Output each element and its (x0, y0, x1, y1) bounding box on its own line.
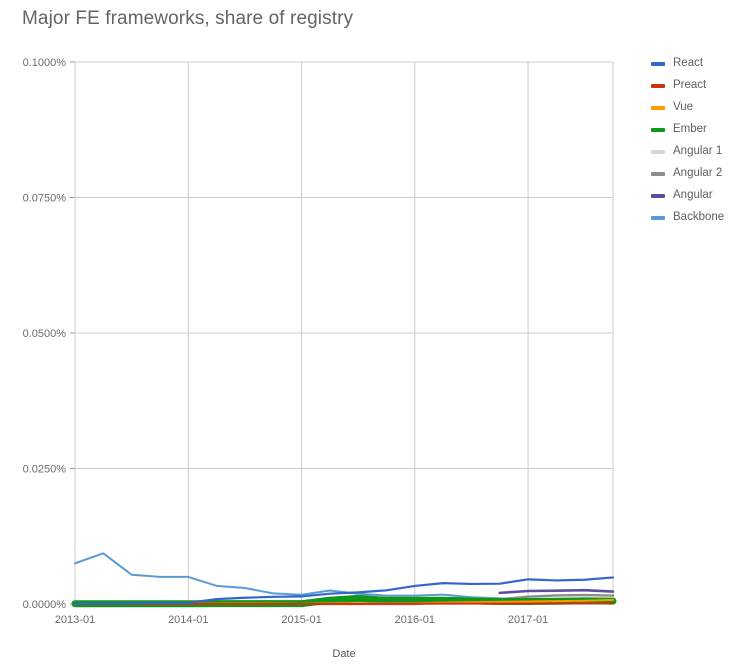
chart-container: Major FE frameworks, share of registry 0… (0, 0, 741, 670)
legend-item-ember[interactable]: Ember (651, 119, 739, 141)
y-axis-tick-label: 0.1000% (23, 57, 67, 69)
legend-swatch-icon (651, 106, 665, 110)
legend-swatch-icon (651, 84, 665, 88)
legend-swatch-icon (651, 150, 665, 154)
y-axis-tick-label: 0.0500% (23, 328, 67, 340)
x-axis-title: Date (332, 648, 355, 660)
legend-item-label: Angular 2 (673, 167, 723, 180)
x-axis-tick-label: 2014-01 (168, 614, 208, 626)
legend-item-angular[interactable]: Angular (651, 185, 739, 207)
legend-item-label: Ember (673, 123, 707, 136)
legend-swatch-icon (651, 172, 665, 176)
y-axis-tick-label: 0.0250% (23, 464, 67, 476)
x-axis-tick-label: 2013-01 (55, 614, 95, 626)
chart-legend: React Preact Vue Ember Angular 1 Angular 2 Ang… (651, 53, 739, 229)
y-axis-tick-label: 0.0000% (23, 599, 67, 611)
legend-item-label: Angular (673, 189, 713, 202)
legend-item-preact[interactable]: Preact (651, 75, 739, 97)
legend-item-label: Vue (673, 101, 694, 114)
legend-item-label: Preact (673, 79, 707, 92)
x-axis-tick-label: 2015-01 (281, 614, 321, 626)
x-axis-tick-label: 2017-01 (508, 614, 548, 626)
legend-item-backbone[interactable]: Backbone (651, 207, 739, 229)
legend-swatch-icon (651, 194, 665, 198)
legend-swatch-icon (651, 62, 665, 66)
line-chart-plot: 0.1000% 0.0750% 0.0500% 0.0250% 0.0000% 2013-… (23, 57, 617, 660)
series-line-angular (498, 588, 615, 595)
legend-item-angular-1[interactable]: Angular 1 (651, 141, 739, 163)
legend-item-angular-2[interactable]: Angular 2 (651, 163, 739, 185)
legend-swatch-icon (651, 128, 665, 132)
legend-item-label: Angular 1 (673, 145, 723, 158)
legend-item-label: React (673, 57, 704, 70)
legend-swatch-icon (651, 216, 665, 220)
legend-item-react[interactable]: React (651, 53, 739, 75)
legend-item-label: Backbone (673, 211, 725, 224)
x-axis-tick-label: 2016-01 (395, 614, 435, 626)
legend-item-vue[interactable]: Vue (651, 97, 739, 119)
y-axis-tick-label: 0.0750% (23, 193, 67, 205)
